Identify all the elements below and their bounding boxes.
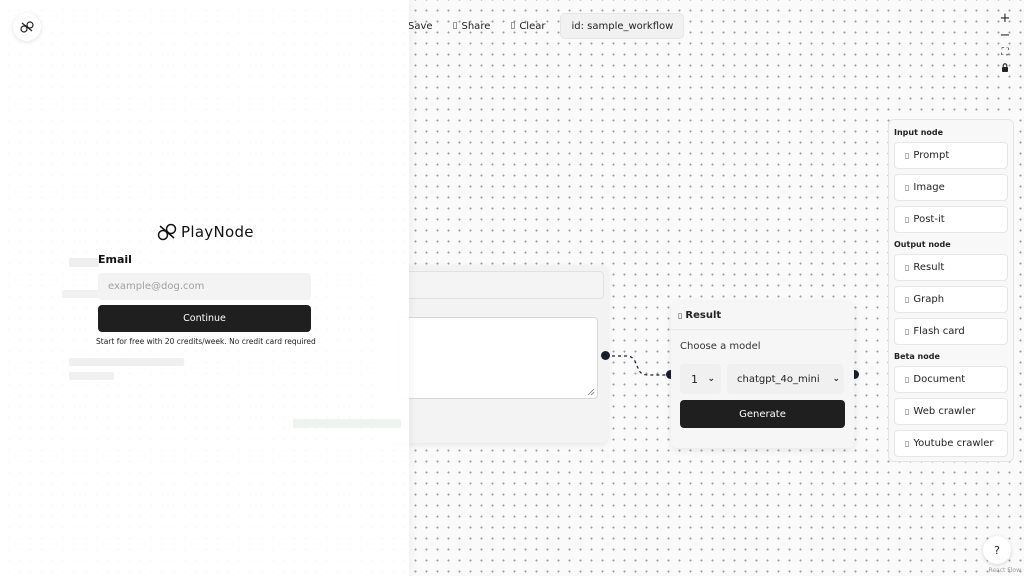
palette-item-label: Image [913,182,945,193]
ghost-element [293,419,401,428]
model-select-value: chatgpt_4o_mini [737,373,820,385]
continue-button[interactable]: Continue [98,305,311,332]
flash-card-icon: ▯ [905,327,910,336]
palette-item-label: Prompt [913,150,950,161]
youtube-crawler-icon: ▯ [905,439,910,448]
node-palette: Input node ▯ Prompt ▯ Image ▯ Post-it Ou… [888,119,1014,462]
help-button[interactable]: ? [983,536,1011,564]
lock-icon [1002,63,1008,72]
share-button[interactable]: ▯ Share [444,13,500,39]
zoom-in-button[interactable]: + [996,10,1014,27]
brand: PlayNode [156,221,254,243]
result-node[interactable]: ▯ Result Choose a model 1 ⌄ chatgpt_4o_m… [671,302,854,448]
share-icon: ▯ [452,21,458,31]
palette-item-label: Flash card [913,326,965,337]
palette-item-label: Web crawler [913,406,976,417]
palette-item-document[interactable]: ▯ Document [894,366,1008,393]
graph-icon: ▯ [905,295,910,304]
ghost-element [69,258,99,267]
result-icon: ▯ [905,263,910,272]
palette-item-graph[interactable]: ▯ Graph [894,286,1008,313]
edge-prompt-to-result [606,355,670,376]
result-node-title: Result [685,310,722,321]
web-crawler-icon: ▯ [905,407,910,416]
app-logo-button[interactable] [13,13,41,41]
palette-item-flash-card[interactable]: ▯ Flash card [894,318,1008,345]
palette-item-label: Post-it [913,214,945,225]
result-node-header[interactable]: ▯ Result [671,302,854,330]
email-label: Email [98,253,132,266]
clear-icon: ▯ [510,21,516,31]
image-icon: ▯ [905,183,910,192]
fit-view-button[interactable]: ⛶ [996,44,1014,61]
palette-item-youtube-crawler[interactable]: ▯ Youtube crawler [894,430,1008,457]
playnode-logo-icon [157,223,177,241]
free-credits-note: Start for free with 20 credits/week. No … [96,337,316,346]
chevron-down-icon: ⌄ [832,374,840,384]
palette-section-output: Output node [894,240,951,249]
clear-label: Clear [519,20,546,32]
palette-item-label: Document [913,374,966,385]
choose-model-label: Choose a model [680,341,761,352]
palette-item-image[interactable]: ▯ Image [894,174,1008,201]
prompt-node-source-handle[interactable] [601,351,610,360]
workflow-toolbar: Save ▯ Share ▯ Clear id: sample_workflow [399,13,685,39]
ghost-element [62,290,102,298]
ghost-element [69,358,184,366]
palette-item-label: Result [913,262,945,273]
zoom-out-button[interactable]: − [996,27,1014,44]
react-flow-attribution[interactable]: React Flow [988,567,1021,574]
email-field[interactable] [98,273,311,300]
prompt-icon: ▯ [905,151,910,160]
result-icon: ▯ [678,311,683,320]
clear-button[interactable]: ▯ Clear [501,13,554,39]
model-select[interactable]: chatgpt_4o_mini ⌄ [727,364,844,394]
palette-section-input: Input node [894,128,944,137]
count-select[interactable]: 1 ⌄ [680,364,721,394]
palette-item-label: Graph [913,294,945,305]
palette-item-label: Youtube crawler [913,438,994,449]
document-icon: ▯ [905,375,910,384]
count-select-value: 1 [691,372,698,386]
share-label: Share [461,20,491,32]
palette-item-web-crawler[interactable]: ▯ Web crawler [894,398,1008,425]
save-label: Save [408,20,433,32]
palette-item-result[interactable]: ▯ Result [894,254,1008,281]
post-it-icon: ▯ [905,215,910,224]
palette-section-beta: Beta node [894,352,940,361]
palette-item-post-it[interactable]: ▯ Post-it [894,206,1008,233]
workflow-id-badge: id: sample_workflow [560,13,685,39]
brand-name: PlayNode [181,223,254,241]
chevron-down-icon: ⌄ [707,374,715,384]
palette-item-prompt[interactable]: ▯ Prompt [894,142,1008,169]
playnode-logo-icon [20,21,34,33]
lock-button[interactable] [996,61,1014,78]
login-panel: PlayNode Email Continue Start for free w… [0,0,409,576]
generate-button[interactable]: Generate [680,400,845,428]
zoom-controls: + − ⛶ [996,10,1014,78]
ghost-element [69,372,114,380]
